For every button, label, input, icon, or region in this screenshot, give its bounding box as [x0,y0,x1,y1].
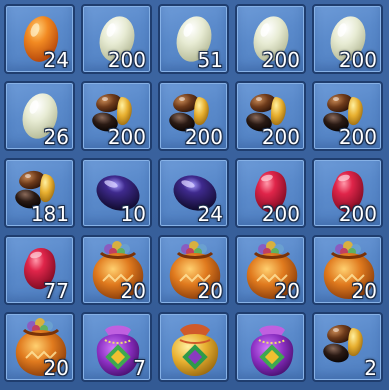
inventory-slot[interactable]: 7 [81,312,152,382]
item-count: 20 [43,356,69,380]
item-count: 200 [338,202,377,226]
inventory-slot[interactable]: 24 [4,4,75,74]
inventory-slot[interactable]: 200 [235,81,306,151]
inventory-slot[interactable] [158,312,229,382]
item-count: 24 [43,48,69,72]
inventory-slot[interactable]: 200 [235,4,306,74]
inventory-slot[interactable]: 20 [312,235,383,305]
purple-pouch-icon [237,314,304,380]
item-count: 200 [261,48,300,72]
item-count: 51 [197,48,223,72]
inventory-slot[interactable]: 26 [4,81,75,151]
inventory-slot[interactable]: 200 [235,158,306,228]
inventory-slot[interactable]: 24 [158,158,229,228]
item-count: 26 [43,125,69,149]
item-count: 200 [261,125,300,149]
item-count: 24 [197,202,223,226]
inventory-slot[interactable]: 200 [312,81,383,151]
item-count: 20 [120,279,146,303]
item-count: 20 [274,279,300,303]
item-count: 20 [197,279,223,303]
inventory-slot[interactable]: 20 [235,235,306,305]
inventory-slot[interactable]: 200 [312,158,383,228]
item-count: 2 [364,356,377,380]
inventory-slot[interactable]: 200 [158,81,229,151]
item-count: 200 [338,48,377,72]
inventory-slot[interactable]: 10 [81,158,152,228]
inventory-slot[interactable]: 20 [158,235,229,305]
item-count: 181 [30,202,69,226]
inventory-slot[interactable]: 77 [4,235,75,305]
inventory-slot[interactable]: 200 [81,81,152,151]
inventory-slot[interactable]: 20 [4,312,75,382]
inventory-slot[interactable]: 20 [81,235,152,305]
inventory-slot[interactable]: 181 [4,158,75,228]
inventory-slot[interactable]: 200 [81,4,152,74]
inventory-slot[interactable]: 51 [158,4,229,74]
item-count: 20 [351,279,377,303]
item-count: 7 [133,356,146,380]
item-count: 200 [107,48,146,72]
inventory-slot[interactable]: 2 [312,312,383,382]
item-count: 200 [338,125,377,149]
item-count: 200 [107,125,146,149]
inventory-grid: 24 200 51 200 200 26 200 200 200 200 181 10 24 200 200… [0,0,389,390]
item-count: 77 [43,279,69,303]
inventory-slot[interactable]: 200 [312,4,383,74]
item-count: 200 [261,202,300,226]
item-count: 200 [184,125,223,149]
inventory-slot[interactable] [235,312,306,382]
gold-pouch-icon [160,314,227,380]
item-count: 10 [120,202,146,226]
